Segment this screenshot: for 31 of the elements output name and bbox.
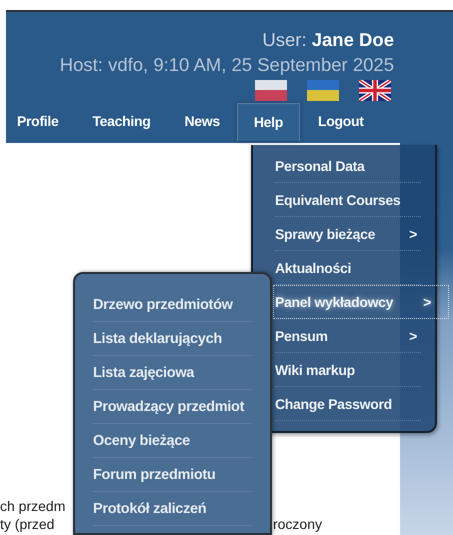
ukraine-flag-icon[interactable]	[307, 80, 339, 101]
poland-flag-icon[interactable]	[255, 80, 287, 101]
body-text: roczony	[272, 515, 322, 533]
submenu-item[interactable]: Drzewo przedmiotów	[93, 288, 252, 322]
menu-item[interactable]: Panel wykładowcy >	[273, 285, 449, 319]
user-label: User: Jane Doe	[262, 28, 394, 52]
submenu-item[interactable]: Prowadzący przedmiot	[93, 390, 252, 424]
menu-item[interactable]: Personal Data	[275, 149, 421, 183]
menu-item[interactable]: Equivalent Courses	[275, 183, 421, 217]
submenu-item[interactable]: Lista deklarujących	[93, 322, 252, 356]
nav-tab[interactable]: News	[184, 113, 220, 141]
body-text: ty (przed	[0, 515, 54, 533]
submenu-arrow: >	[409, 328, 417, 344]
body-text: ch przedm	[0, 497, 66, 515]
nav-tab[interactable]: Teaching	[92, 113, 150, 141]
nav-tab[interactable]: Help	[236, 103, 300, 141]
menu-item[interactable]: Pensum >	[275, 319, 421, 353]
menu-item[interactable]: Aktualności	[275, 251, 421, 285]
submenu-item[interactable]: Lista zajęciowa	[93, 356, 252, 390]
submenu-arrow: >	[423, 294, 431, 310]
menu-item[interactable]: Change Password	[275, 387, 421, 421]
menu-item[interactable]: Wiki markup	[275, 353, 421, 387]
submenu-arrow: >	[409, 226, 417, 242]
submenu-item[interactable]: Protokół zaliczeń	[93, 492, 252, 526]
nav-tab[interactable]: Profile	[17, 113, 58, 141]
host-info: Host: vdfo, 9:10 AM, 25 September 2025	[60, 53, 394, 77]
submenu-item[interactable]: Oceny bieżące	[93, 424, 252, 458]
uk-flag-icon[interactable]	[359, 80, 391, 101]
submenu-item[interactable]: Forum przedmiotu	[93, 458, 252, 492]
nav-tab[interactable]: Logout	[318, 113, 364, 141]
menu-item[interactable]: Sprawy bieżące >	[275, 217, 421, 251]
